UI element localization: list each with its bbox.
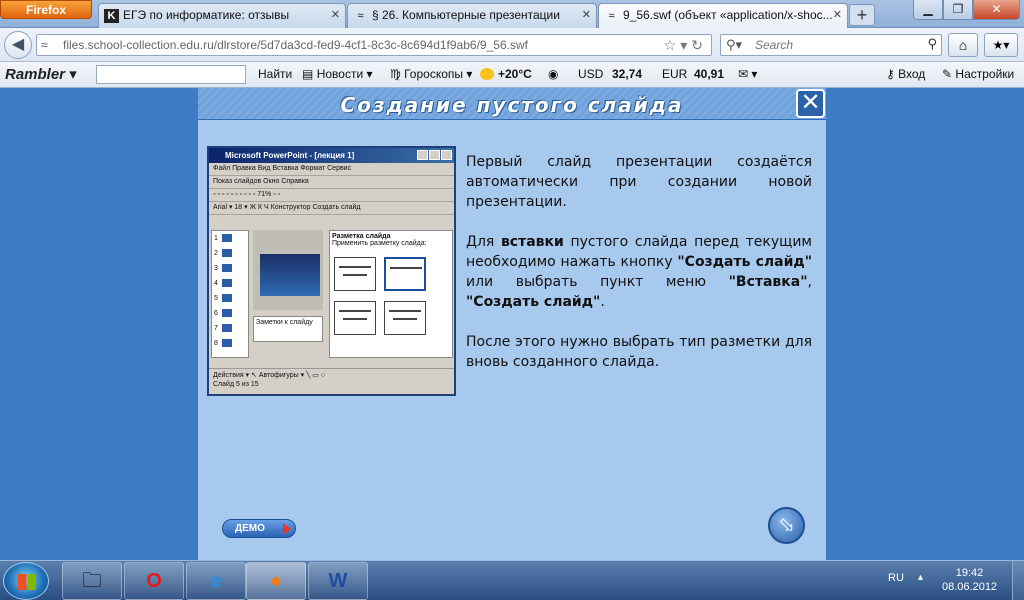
tab-computer-presentations[interactable]: ≈ § 26. Компьютерные презентации ✕: [347, 3, 597, 28]
tab-ege-reviews[interactable]: K ЕГЭ по информатике: отзывы ✕: [98, 3, 346, 28]
rambler-logo[interactable]: Rambler ▾: [5, 65, 77, 83]
ppt-toolbar: Показ слайдов Окно Справка: [209, 176, 454, 189]
eur-value: 40,91: [694, 67, 725, 81]
key-icon: ⚷: [886, 67, 895, 81]
page-content: Создание пустого слайда ✕ Microsoft Powe…: [0, 88, 1024, 560]
internet-explorer-icon[interactable]: e: [186, 562, 246, 600]
bookmarks-icon[interactable]: ★▾: [984, 33, 1018, 57]
paragraph-insert-slide: Для вставки пустого слайда перед текущим…: [466, 234, 812, 310]
sun-icon: [480, 68, 494, 80]
navigation-bar: ◀ ≈ files.school-collection.edu.ru/dlrst…: [0, 28, 1024, 62]
demo-button[interactable]: ДЕМО: [222, 519, 296, 538]
opera-icon[interactable]: O: [124, 562, 184, 600]
usd-value: 32,74: [612, 67, 643, 81]
close-tab-icon[interactable]: ✕: [833, 4, 842, 27]
slide-text: Первый слайд презентации создаётся автом…: [466, 152, 812, 392]
tab-label: § 26. Компьютерные презентации: [372, 8, 560, 22]
firefox-menu-button[interactable]: Firefox: [0, 0, 92, 19]
ppt-slide-preview: [253, 230, 323, 310]
mail-icon[interactable]: ✉ ▾: [738, 67, 757, 81]
tab-label: 9_56.swf (объект «application/x-shoc...: [623, 8, 833, 22]
search-box: ⚲▾ ⚲: [720, 34, 942, 56]
url-text[interactable]: files.school-collection.edu.ru/dlrstore/…: [63, 38, 528, 52]
wrench-icon: ✎: [942, 67, 953, 81]
explorer-icon[interactable]: 🗀: [62, 562, 122, 600]
back-arrow-icon[interactable]: ◀: [4, 31, 32, 59]
settings-button[interactable]: ✎ Настройки: [942, 67, 1014, 81]
star-icon[interactable]: ☆: [664, 37, 681, 53]
close-icon[interactable]: ✕: [796, 89, 825, 118]
title-bar: Firefox K ЕГЭ по информатике: отзывы ✕ ≈…: [0, 0, 1024, 28]
search-icon[interactable]: ⚲: [927, 36, 937, 52]
zodiac-icon: ♍: [390, 67, 401, 81]
horoscopes-menu[interactable]: ♍ Гороскопы ▾: [390, 67, 472, 81]
taskbar: 🗀 O e ● W RU ▴ 19:42 08.06.2012: [0, 560, 1024, 600]
start-button[interactable]: [3, 562, 49, 600]
windows-logo-icon: [18, 574, 36, 590]
ppt-toolbar: ▫ ▫ ▫ ▫ ▫ ▫ ▫ ▫ ▫ ▫ 71% ▫ ▫: [209, 189, 454, 202]
slide-header: Создание пустого слайда ✕: [198, 88, 826, 120]
search-input[interactable]: [755, 37, 915, 53]
paragraph-layout: После этого нужно выбрать тип разметки д…: [466, 334, 812, 370]
news-icon: ▤: [302, 67, 314, 81]
word-icon[interactable]: W: [308, 562, 368, 600]
slide-title: Создание пустого слайда: [340, 93, 684, 117]
minimize-button[interactable]: ▁: [913, 0, 943, 20]
ppt-notes: Заметки к слайду: [253, 316, 323, 342]
firefox-icon[interactable]: ●: [246, 562, 306, 600]
paragraph-auto-slide: Первый слайд презентации создаётся автом…: [466, 154, 812, 210]
maximize-button[interactable]: ❐: [943, 0, 973, 20]
rambler-toolbar: Rambler ▾ Найти ▤ Новости ▾ ♍ Гороскопы …: [0, 62, 1024, 88]
currency-icon: ◉: [548, 67, 559, 81]
notification-arrow-icon[interactable]: ▴: [918, 572, 923, 583]
site-identity-icon[interactable]: ≈: [41, 38, 48, 52]
powerpoint-screenshot: Microsoft PowerPoint - [лекция 1] Файл П…: [207, 146, 456, 396]
play-arrow-icon: [283, 523, 291, 535]
slide-panel: Создание пустого слайда ✕ Microsoft Powe…: [198, 88, 826, 560]
new-tab-button[interactable]: +: [849, 4, 875, 26]
page-favicon-icon: ≈: [357, 10, 364, 22]
clock[interactable]: 19:42 08.06.2012: [942, 566, 997, 594]
address-bar[interactable]: ≈ files.school-collection.edu.ru/dlrstor…: [36, 34, 712, 56]
ppt-task-pane: Разметка слайда Применить разметку слайд…: [329, 230, 453, 358]
usd-label[interactable]: USD: [578, 67, 603, 81]
ppt-slide-list: 1 2 3 4 5 6 7 8: [211, 230, 249, 358]
language-indicator[interactable]: RU: [888, 572, 904, 584]
home-icon[interactable]: ⌂: [948, 33, 978, 57]
close-tab-icon[interactable]: ✕: [582, 4, 591, 27]
page-favicon-icon: ≈: [608, 10, 615, 22]
reload-icon[interactable]: ↻: [691, 37, 707, 53]
ppt-status-bar: Действия ▾ ↖ Автофигуры ▾ ╲ ▭ ○ Слайд 5 …: [209, 368, 454, 394]
login-button[interactable]: ⚷ Вход: [886, 67, 925, 81]
show-desktop-button[interactable]: [1012, 561, 1024, 600]
search-engine-icon[interactable]: ⚲▾: [726, 37, 742, 53]
rambler-search-input[interactable]: [96, 65, 246, 84]
news-menu[interactable]: ▤ Новости ▾: [302, 67, 373, 81]
next-arrow-icon[interactable]: ⬂: [768, 507, 805, 544]
weather-widget[interactable]: +20°C: [480, 67, 532, 81]
k-favicon-icon: K: [104, 9, 119, 23]
eur-label[interactable]: EUR: [662, 67, 687, 81]
close-tab-icon[interactable]: ✕: [331, 4, 340, 27]
dropdown-arrow-icon[interactable]: ▾: [680, 37, 691, 53]
tab-swf-object[interactable]: ≈ 9_56.swf (объект «application/x-shoc..…: [598, 3, 848, 28]
find-button[interactable]: Найти: [258, 67, 292, 81]
tab-label: ЕГЭ по информатике: отзывы: [123, 8, 290, 22]
ppt-title-bar: Microsoft PowerPoint - [лекция 1]: [209, 148, 454, 163]
ppt-toolbar: Arial ▾ 18 ▾ Ж К Ч Конструктор Создать с…: [209, 202, 454, 215]
window-close-button[interactable]: ✕: [973, 0, 1020, 20]
